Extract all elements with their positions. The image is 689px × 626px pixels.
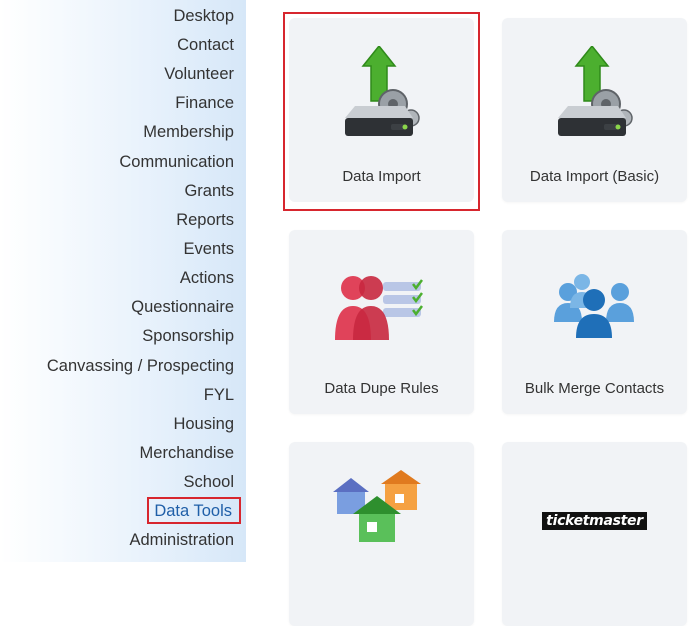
nav-item-desktop[interactable]: Desktop [173,3,234,30]
tile-label: Bulk Merge Contacts [524,380,665,397]
nav-item-reports[interactable]: Reports [176,207,234,234]
nav-item-communication[interactable]: Communication [119,149,234,176]
nav-item-merchandise[interactable]: Merchandise [140,440,234,467]
nav-item-grants[interactable]: Grants [184,178,234,205]
nav-item-volunteer[interactable]: Volunteer [164,61,234,88]
nav-item-events[interactable]: Events [184,236,234,263]
nav-item-finance[interactable]: Finance [175,90,234,117]
tile-data-dupe-rules[interactable]: Data Dupe Rules [289,230,474,414]
nav-item-fyl[interactable]: FYL [204,382,234,409]
tile-label: Data Dupe Rules [324,380,439,397]
nav-item-administration[interactable]: Administration [129,527,234,554]
nav-item-membership[interactable]: Membership [143,119,234,146]
ticketmaster-logo: ticketmaster [502,512,687,530]
nav-item-school[interactable]: School [184,469,234,496]
tile-label: Data Import (Basic) [529,168,660,185]
tile-ticketmaster[interactable]: ticketmaster [502,442,687,626]
server-upload-icon [558,46,633,136]
houses-icon [333,470,421,542]
tile-bulk-merge-contacts[interactable]: Bulk Merge Contacts [502,230,687,414]
nav-item-sponsorship[interactable]: Sponsorship [142,323,234,350]
tile-data-import[interactable]: Data Import [289,18,474,202]
nav-item-housing[interactable]: Housing [173,411,234,438]
server-upload-icon [345,46,420,136]
nav-item-questionnaire[interactable]: Questionnaire [131,294,234,321]
sidebar-nav: Desktop Contact Volunteer Finance Member… [0,0,246,562]
dupe-people-icon [335,276,423,340]
active-nav-highlight [147,497,241,524]
tile-data-import-basic[interactable]: Data Import (Basic) [502,18,687,202]
ticketmaster-logo-text: ticketmaster [542,512,647,530]
tile-houses[interactable] [289,442,474,626]
nav-item-canvassing[interactable]: Canvassing / Prospecting [47,353,234,380]
tile-label: Data Import [342,168,421,185]
nav-item-actions[interactable]: Actions [180,265,234,292]
nav-item-contact[interactable]: Contact [177,32,234,59]
merge-people-icon [554,274,634,338]
